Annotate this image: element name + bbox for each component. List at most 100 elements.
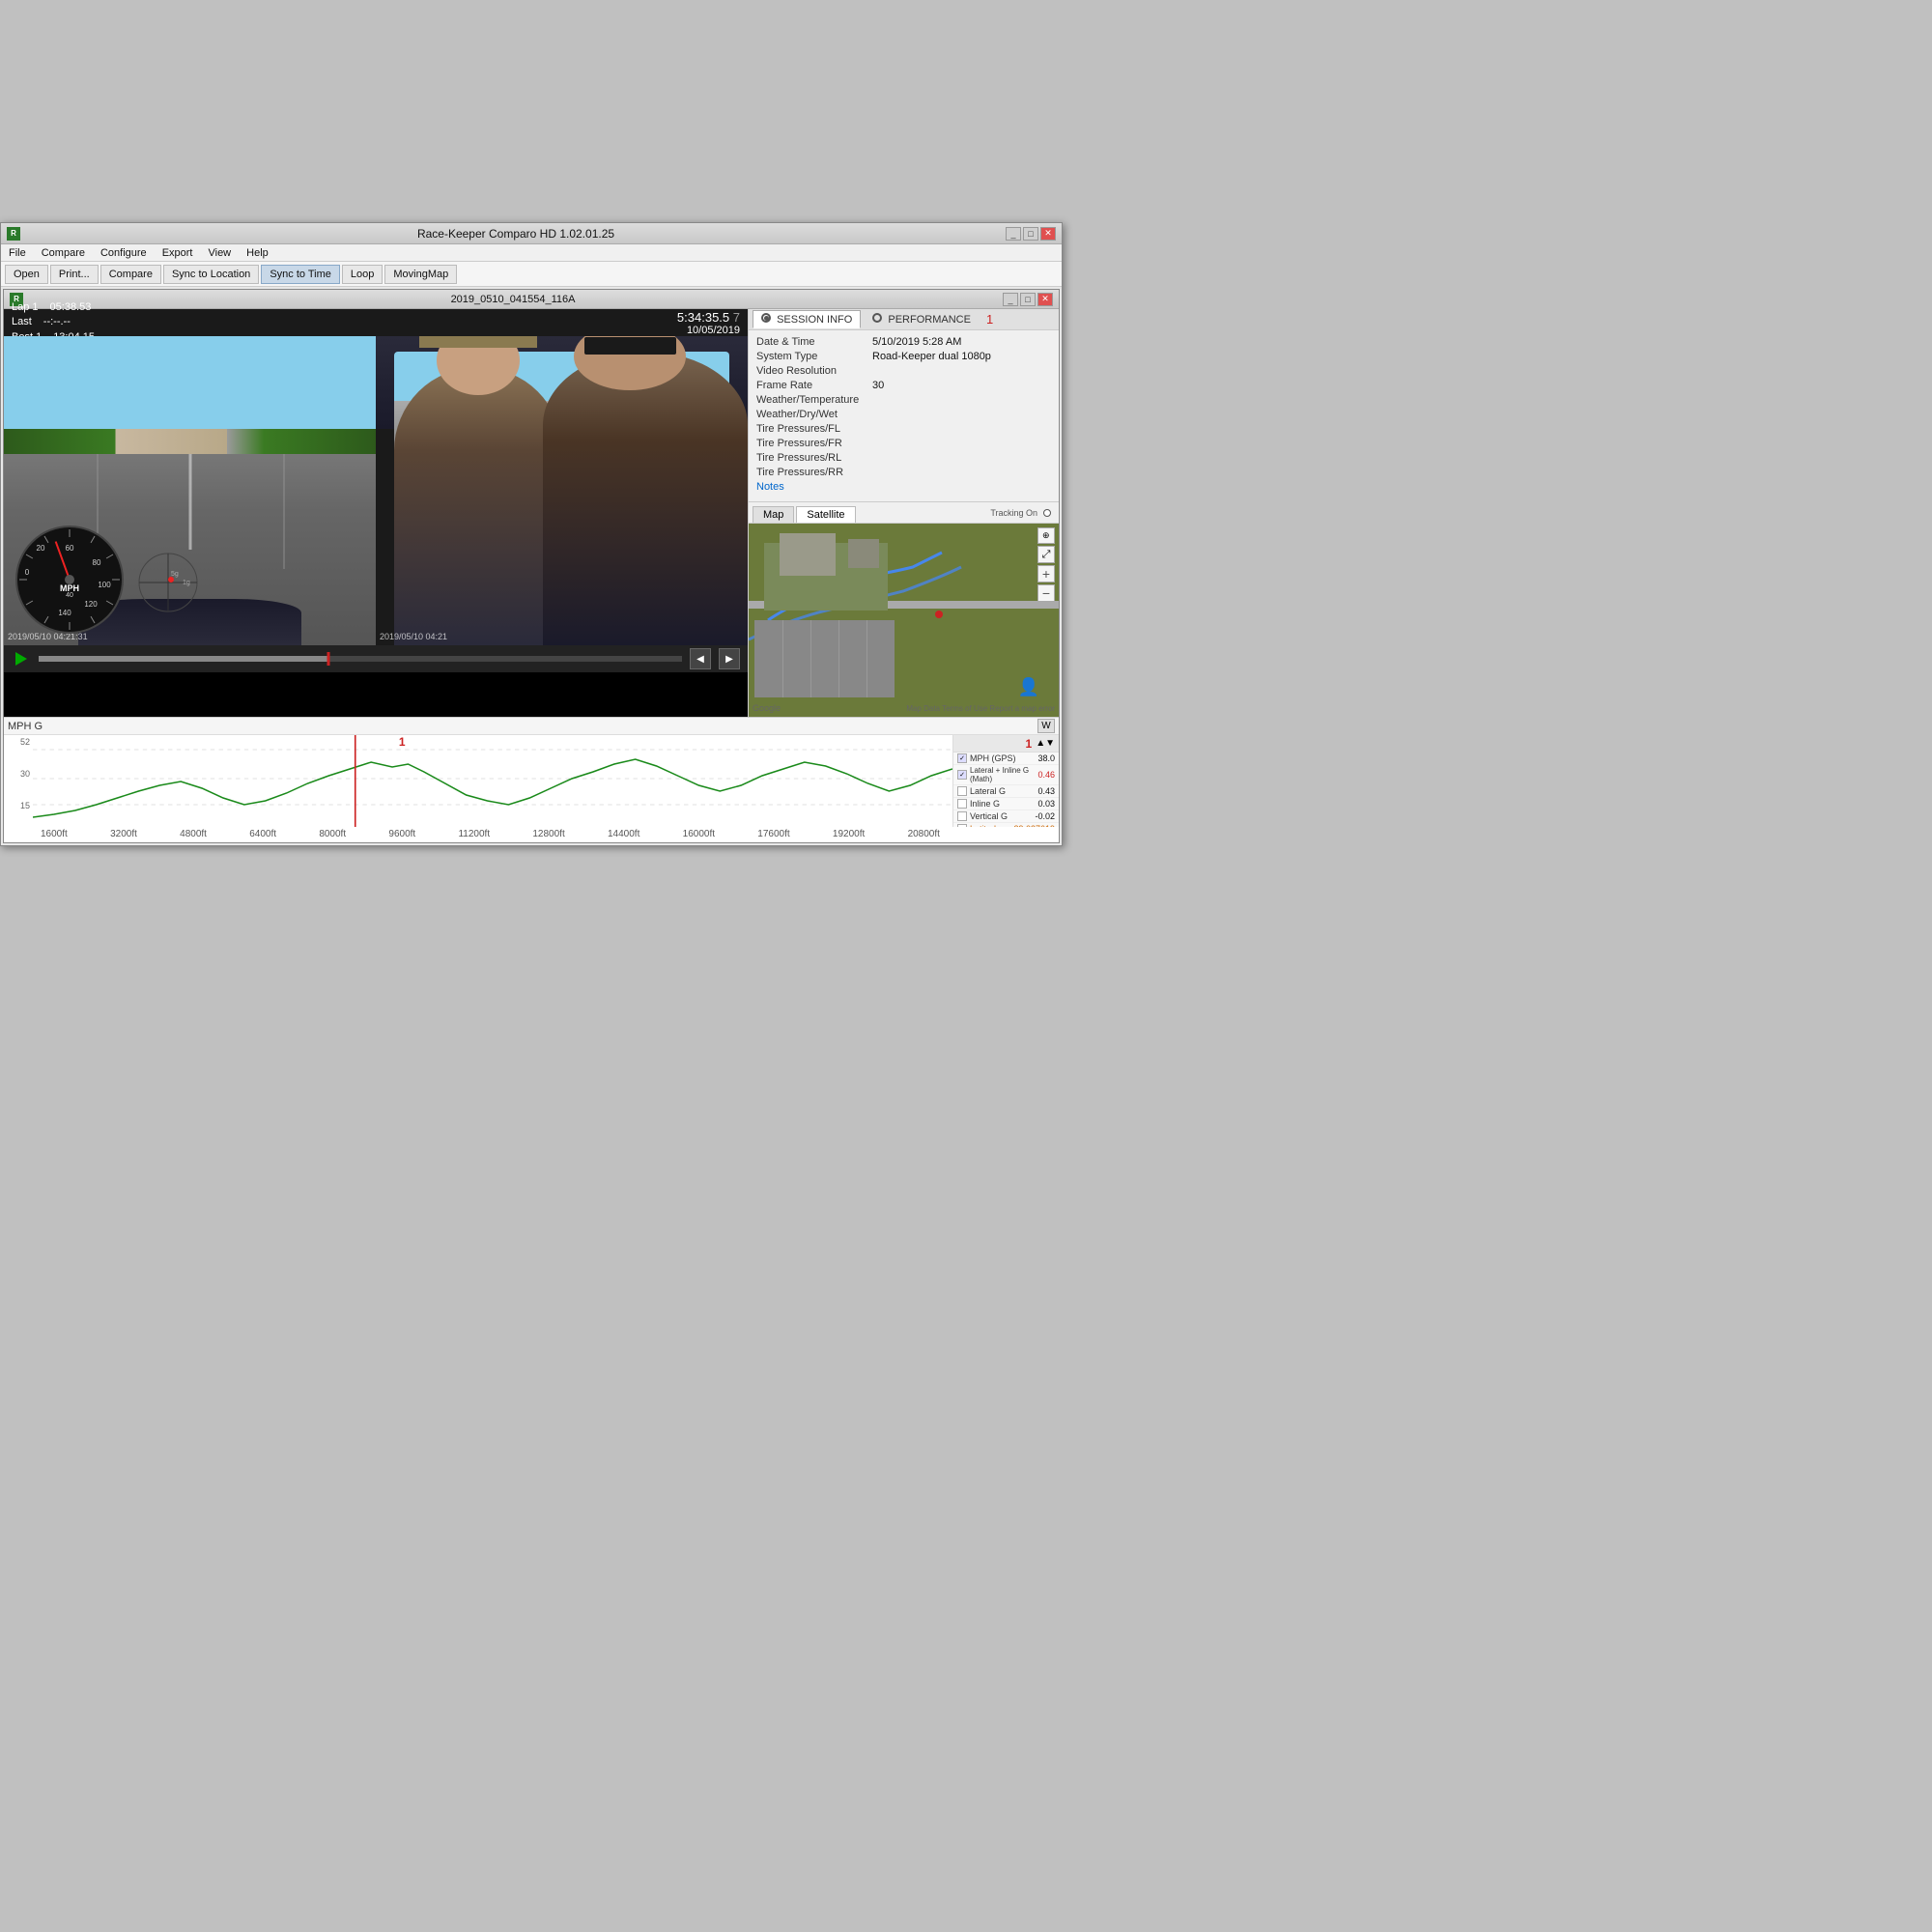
x-label-9: 16000ft bbox=[683, 829, 715, 839]
svg-text:1g: 1g bbox=[183, 580, 190, 586]
print-button[interactable]: Print... bbox=[50, 265, 99, 284]
svg-text:0: 0 bbox=[25, 568, 30, 577]
lap1-time: 05:38.53 bbox=[50, 300, 92, 315]
video-timestamp: 5:34:35.5 bbox=[677, 310, 729, 325]
expand-map-button[interactable]: ⤢ bbox=[1037, 546, 1055, 563]
notes-link[interactable]: Notes bbox=[756, 481, 784, 493]
minimize-button[interactable]: _ bbox=[1006, 227, 1021, 241]
info-row-tire-rr: Tire Pressures/RR bbox=[756, 467, 1051, 478]
time-info: 5:34:35.5 7 10/05/2019 bbox=[677, 310, 740, 336]
graph-w-button[interactable]: W bbox=[1037, 719, 1055, 733]
y-label-52: 52 bbox=[4, 737, 33, 747]
map-building-1 bbox=[780, 533, 836, 576]
menu-help[interactable]: Help bbox=[242, 245, 272, 261]
channel-vertical-g-checkbox[interactable] bbox=[957, 811, 967, 821]
tracking-toggle-button[interactable]: ⊕ bbox=[1037, 527, 1055, 544]
channel-vertical-g-value: -0.02 bbox=[1035, 811, 1055, 821]
graph-red-flag: 1 bbox=[399, 735, 406, 749]
info-row-notes: Notes bbox=[756, 481, 1051, 493]
video-display: 2019/05/10 04:21:31 bbox=[4, 336, 748, 645]
next-frame-button[interactable]: ▶ bbox=[719, 648, 740, 669]
channel-inline-g-label: Inline G bbox=[970, 799, 1037, 809]
menu-file[interactable]: File bbox=[5, 245, 30, 261]
svg-text:20: 20 bbox=[37, 544, 45, 553]
channel-row-inline-g: Inline G 0.03 bbox=[953, 798, 1059, 810]
map-tab-satellite[interactable]: Satellite bbox=[796, 506, 855, 523]
video-top-bar: Lap 1 05:38.53 Last --:--.-- Best 1 13:0… bbox=[4, 309, 748, 336]
svg-text:120: 120 bbox=[84, 600, 98, 609]
window-controls: _ □ ✕ bbox=[1006, 227, 1056, 241]
zoom-in-button[interactable]: + bbox=[1037, 565, 1055, 582]
prev-frame-button[interactable]: ◀ bbox=[690, 648, 711, 669]
channel-vertical-g-label: Vertical G bbox=[970, 811, 1035, 821]
channel-latitude-checkbox[interactable] bbox=[957, 824, 967, 827]
map-image: 👤 ⊕ ⤢ + − Google Map Data Terms of Use R… bbox=[749, 524, 1059, 717]
channel-latitude-label: Latitude bbox=[970, 824, 1013, 827]
progress-bar[interactable] bbox=[39, 656, 682, 662]
x-label-2: 4800ft bbox=[180, 829, 207, 839]
graph-title: MPH G bbox=[8, 721, 1037, 732]
close-button[interactable]: ✕ bbox=[1040, 227, 1056, 241]
sub-maximize-button[interactable]: □ bbox=[1020, 293, 1036, 306]
progress-marker bbox=[327, 652, 329, 666]
info-row-datetime: Date & Time 5/10/2019 5:28 AM bbox=[756, 336, 1051, 348]
map-display[interactable]: 👤 ⊕ ⤢ + − Google Map Data Terms of Use R… bbox=[749, 524, 1059, 717]
channel-lat-inline-checkbox[interactable]: ✓ bbox=[957, 770, 967, 780]
tab-session-info[interactable]: SESSION INFO bbox=[753, 310, 861, 328]
channel-lat-inline-label: Lateral + Inline G (Math) bbox=[970, 766, 1037, 783]
graph-area[interactable]: 52 30 15 bbox=[4, 735, 1059, 827]
map-tab-map[interactable]: Map bbox=[753, 506, 794, 523]
graph-svg bbox=[33, 735, 952, 827]
x-label-8: 14400ft bbox=[608, 829, 639, 839]
video-date: 10/05/2019 bbox=[677, 325, 740, 336]
play-button[interactable] bbox=[12, 649, 31, 668]
channel-lat-inline-value: 0.46 bbox=[1037, 770, 1055, 780]
channel-mph-label: MPH (GPS) bbox=[970, 753, 1037, 763]
moving-map-button[interactable]: MovingMap bbox=[384, 265, 457, 284]
video-panel: Lap 1 05:38.53 Last --:--.-- Best 1 13:0… bbox=[4, 309, 748, 717]
performance-radio bbox=[872, 313, 882, 323]
zoom-out-button[interactable]: − bbox=[1037, 584, 1055, 602]
sync-time-button[interactable]: Sync to Time bbox=[261, 265, 340, 284]
channel-row-lateral-inline: ✓ Lateral + Inline G (Math) 0.46 bbox=[953, 765, 1059, 785]
app-title: Race-Keeper Comparo HD 1.02.01.25 bbox=[26, 227, 1006, 241]
road-right-line bbox=[283, 454, 285, 569]
loop-button[interactable]: Loop bbox=[342, 265, 383, 284]
menu-export[interactable]: Export bbox=[158, 245, 197, 261]
svg-text:MPH: MPH bbox=[60, 583, 79, 593]
x-label-12: 20800ft bbox=[908, 829, 940, 839]
app-icon: R bbox=[7, 227, 20, 241]
x-label-11: 19200ft bbox=[833, 829, 865, 839]
person-left bbox=[394, 367, 561, 645]
map-parking bbox=[754, 620, 894, 697]
channel-inline-g-value: 0.03 bbox=[1037, 799, 1055, 809]
svg-text:60: 60 bbox=[66, 544, 74, 553]
channel-mph-checkbox[interactable]: ✓ bbox=[957, 753, 967, 763]
menu-configure[interactable]: Configure bbox=[97, 245, 151, 261]
svg-text:100: 100 bbox=[98, 581, 111, 589]
sync-location-button[interactable]: Sync to Location bbox=[163, 265, 259, 284]
session-info-content: Date & Time 5/10/2019 5:28 AM System Typ… bbox=[749, 330, 1059, 501]
open-button[interactable]: Open bbox=[5, 265, 48, 284]
svg-text:5g: 5g bbox=[171, 571, 179, 578]
tab-performance[interactable]: PERFORMANCE bbox=[865, 311, 979, 327]
x-label-1: 3200ft bbox=[110, 829, 137, 839]
last-time: --:--.-- bbox=[43, 315, 71, 329]
channel-lateral-g-checkbox[interactable] bbox=[957, 786, 967, 796]
sub-window-title: 2019_0510_041554_116A bbox=[23, 294, 1003, 305]
channel-mph-value: 38.0 bbox=[1037, 753, 1055, 763]
channel-up-arrow: ▲ bbox=[1036, 738, 1045, 749]
compare-button[interactable]: Compare bbox=[100, 265, 161, 284]
sub-minimize-button[interactable]: _ bbox=[1003, 293, 1018, 306]
menu-view[interactable]: View bbox=[204, 245, 235, 261]
session-red-marker: 1 bbox=[986, 312, 993, 327]
channel-inline-g-checkbox[interactable] bbox=[957, 799, 967, 809]
info-row-tire-fl: Tire Pressures/FL bbox=[756, 423, 1051, 435]
maximize-button[interactable]: □ bbox=[1023, 227, 1038, 241]
sub-close-button[interactable]: ✕ bbox=[1037, 293, 1053, 306]
svg-text:140: 140 bbox=[58, 609, 71, 617]
menu-compare[interactable]: Compare bbox=[38, 245, 89, 261]
sub-title-bar: R 2019_0510_041554_116A _ □ ✕ bbox=[4, 290, 1059, 309]
info-panel: SESSION INFO PERFORMANCE 1 Date & Time 5… bbox=[748, 309, 1059, 717]
road-center-line bbox=[188, 454, 191, 550]
